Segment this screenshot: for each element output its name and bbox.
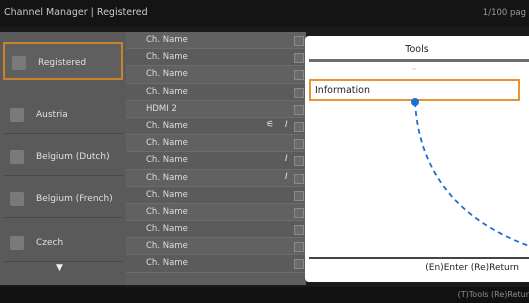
channel-checkbox[interactable] bbox=[294, 225, 304, 236]
channel-name: Ch. Name bbox=[146, 258, 188, 269]
channel-row[interactable]: Ch. Name ⚟ 𝐼 bbox=[126, 117, 306, 136]
channel-checkbox[interactable] bbox=[294, 207, 304, 218]
channel-name: Ch. Name bbox=[146, 206, 188, 217]
channel-checkbox[interactable] bbox=[294, 121, 304, 132]
channel-row[interactable]: Ch. Name bbox=[126, 135, 306, 153]
channel-name: Ch. Name bbox=[146, 52, 188, 63]
channel-checkbox[interactable] bbox=[294, 104, 304, 115]
arrow-path bbox=[414, 101, 529, 247]
country-label: Czech bbox=[36, 238, 64, 248]
country-list: Registered Austria Belgium (Dutch) Belgi… bbox=[0, 32, 126, 285]
page-indicator: 1/100 pag bbox=[482, 8, 526, 18]
country-item-belgium-dutch[interactable]: Belgium (Dutch) bbox=[3, 138, 123, 176]
key-hint: (T)Tools (Re)Retur bbox=[457, 290, 529, 299]
checkbox[interactable] bbox=[10, 236, 24, 250]
channel-name: Ch. Name bbox=[146, 35, 188, 45]
channel-name: Ch. Name bbox=[146, 86, 188, 97]
channel-checkbox[interactable] bbox=[294, 259, 304, 270]
channel-name: HDMI 2 bbox=[146, 103, 177, 114]
channel-list: Ch. Name Ch. Name Ch. Name Ch. Name HDMI 2 Ch… bbox=[126, 32, 306, 285]
channel-row[interactable]: Ch. Name bbox=[126, 66, 306, 84]
country-label: Austria bbox=[36, 110, 68, 120]
channel-checkbox[interactable] bbox=[294, 36, 304, 46]
checkbox[interactable] bbox=[10, 150, 24, 164]
pointer-arrow-icon bbox=[411, 98, 529, 247]
bottom-bar: (T)Tools (Re)Retur bbox=[0, 287, 529, 303]
scroll-down-icon[interactable]: ▼ bbox=[56, 263, 63, 273]
channel-name: Ch. Name bbox=[146, 155, 188, 166]
channel-row[interactable]: Ch. Name bbox=[126, 221, 306, 239]
title-bar: Channel Manager | Registered 1/100 pag bbox=[0, 0, 529, 27]
tools-footer-hint: (En)Enter (Re)Return bbox=[425, 263, 519, 273]
channel-name: Ch. Name bbox=[146, 120, 188, 131]
channel-name: Ch. Name bbox=[146, 189, 188, 200]
channel-row[interactable]: HDMI 2 bbox=[126, 100, 306, 118]
channel-name: Ch. Name bbox=[146, 241, 188, 252]
country-item-czech[interactable]: Czech bbox=[3, 224, 123, 262]
checkbox[interactable] bbox=[12, 56, 26, 70]
country-label: Registered bbox=[38, 58, 87, 68]
channel-row[interactable]: Ch. Name 𝐼 bbox=[126, 152, 306, 170]
checkbox[interactable] bbox=[10, 192, 24, 206]
channel-row[interactable]: Ch. Name bbox=[126, 238, 306, 256]
country-label: Belgium (French) bbox=[36, 194, 113, 204]
country-item-registered[interactable]: Registered bbox=[3, 42, 123, 80]
edit-icon: 𝐼 bbox=[285, 171, 288, 182]
channel-checkbox[interactable] bbox=[294, 156, 304, 167]
channel-name: Ch. Name bbox=[146, 172, 188, 183]
country-item-belgium-french[interactable]: Belgium (French) bbox=[3, 180, 123, 218]
channel-row[interactable]: Ch. Name bbox=[126, 203, 306, 222]
channel-checkbox[interactable] bbox=[294, 87, 304, 98]
lock-icon: ⚟ bbox=[266, 119, 275, 130]
checkbox[interactable] bbox=[10, 108, 24, 122]
country-label: Belgium (Dutch) bbox=[36, 152, 110, 162]
tools-popup: Tools Information (En)Enter (Re)Return bbox=[305, 36, 529, 282]
edit-icon: 𝐼 bbox=[285, 154, 288, 165]
channel-name: Ch. Name bbox=[146, 224, 188, 235]
channel-row[interactable]: Ch. Name bbox=[126, 49, 306, 67]
divider bbox=[309, 257, 529, 259]
channel-row[interactable]: Ch. Name bbox=[126, 83, 306, 101]
channel-row[interactable]: Ch. Name bbox=[126, 32, 306, 50]
channel-checkbox[interactable] bbox=[294, 139, 304, 150]
channel-checkbox[interactable] bbox=[294, 53, 304, 64]
channel-checkbox[interactable] bbox=[294, 70, 304, 81]
country-item-austria[interactable]: Austria bbox=[3, 96, 123, 134]
channel-checkbox[interactable] bbox=[294, 173, 304, 184]
channel-row[interactable]: Ch. Name 𝐼 bbox=[126, 169, 306, 187]
channel-name: Ch. Name bbox=[146, 69, 188, 80]
channel-checkbox[interactable] bbox=[294, 242, 304, 253]
channel-checkbox[interactable] bbox=[294, 190, 304, 201]
page-title: Channel Manager | Registered bbox=[4, 7, 148, 18]
edit-icon: 𝐼 bbox=[285, 119, 288, 130]
channel-row[interactable]: Ch. Name bbox=[126, 186, 306, 204]
channel-name: Ch. Name bbox=[146, 138, 188, 149]
channel-row[interactable]: Ch. Name bbox=[126, 255, 306, 273]
